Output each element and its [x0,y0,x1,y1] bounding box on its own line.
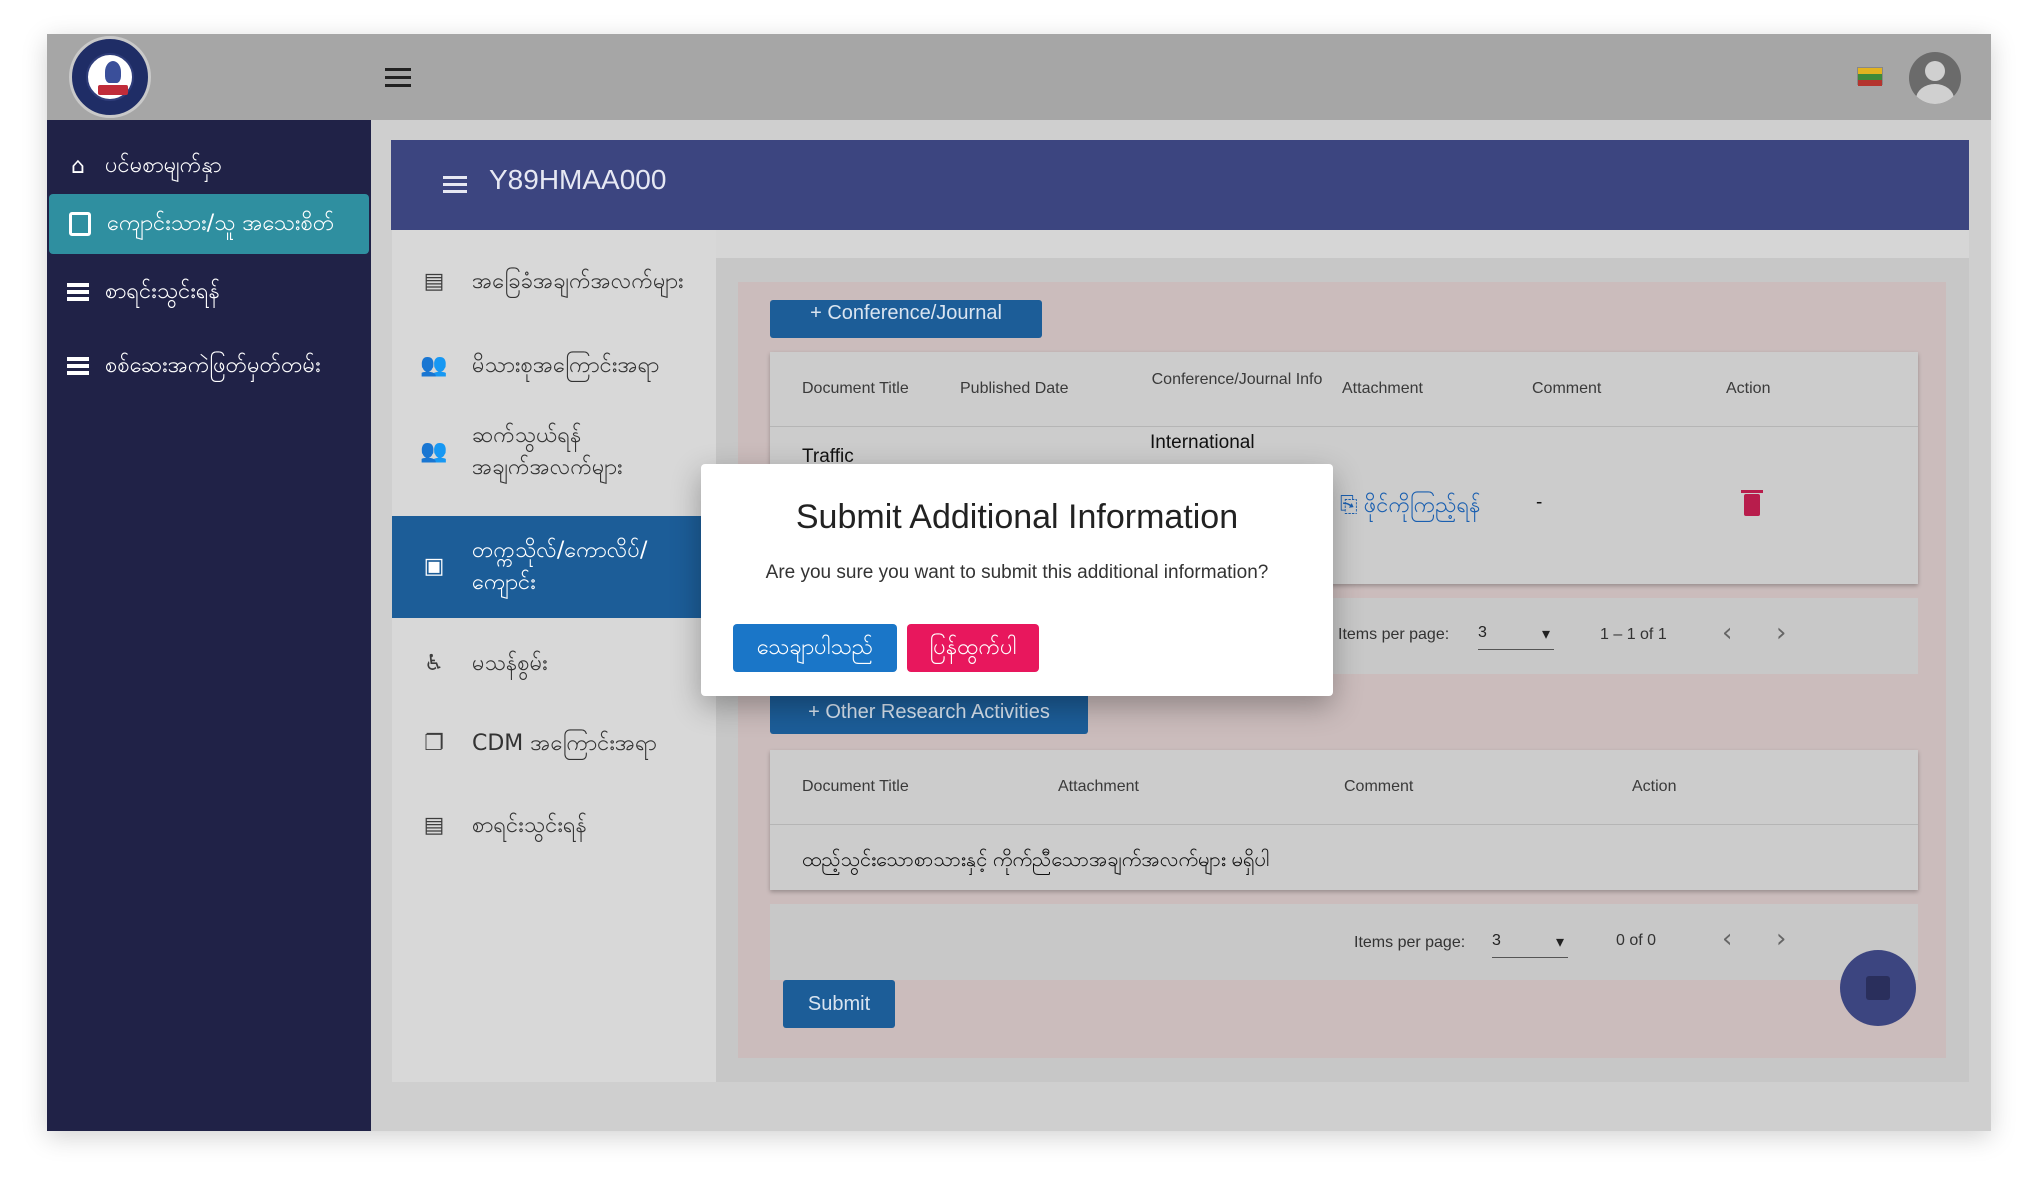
prev-page-icon[interactable]: ‹ [1722,618,1732,648]
add-other-research-button[interactable]: + Other Research Activities [770,690,1088,734]
list-alt-icon: ▤ [423,269,445,294]
items-per-page-label: Items per page: [1354,934,1466,951]
tab-label: စာရင်းသွင်းရန် [472,813,587,838]
sidebar-item-student-details[interactable]: ကျောင်းသား/သူ အသေးစိတ် [49,194,369,254]
sidebar: ⌂ ပင်မစာမျက်နှာ ကျောင်းသား/သူ အသေးစိတ် စ… [47,120,371,1131]
next-page-icon[interactable]: › [1776,924,1786,954]
range-label: 1 – 1 of 1 [1600,626,1667,643]
group-add-icon: 👥 [420,353,448,378]
content-top-strip [716,230,1969,258]
column-header: Document Title [802,380,909,397]
file-copy-icon: ❐ [424,731,444,756]
tab-label: မသန်စွမ်း [472,651,548,676]
accessible-icon: ♿ [424,651,444,676]
submit-button[interactable]: Submit [783,980,895,1028]
tab-label: အခြေခံအချက်အလက်များ [472,269,684,294]
tab-basic-info[interactable]: ▤ အခြေခံအချက်အလက်များ [392,244,714,320]
cell-comment: - [1536,492,1543,513]
university-logo[interactable] [69,36,151,118]
cell-conference-info: International [1150,432,1255,453]
top-bar [47,34,1991,120]
list-icon [63,277,93,307]
delete-icon[interactable] [1741,490,1763,516]
column-header: Document Title [802,778,909,795]
tab-cdm[interactable]: ❐ CDM အကြောင်းအရာ [392,714,714,774]
column-header: Comment [1344,778,1414,795]
save-fab-button[interactable] [1840,950,1916,1026]
items-per-page-select[interactable]: 3 ▾ [1478,624,1554,650]
sidebar-item-assessment-log[interactable]: စစ်ဆေးအကဲဖြတ်မှတ်တမ်း [47,336,371,396]
tab-family[interactable]: 👥 မိသားစုအကြောင်းအရာ [392,342,714,390]
myanmar-flag-icon[interactable] [1857,67,1883,86]
panel-header: Y89HMAA000 [391,140,1969,230]
sidebar-item-label: ကျောင်းသား/သူ အသေးစိတ် [107,210,335,236]
items-per-page-select[interactable]: 3 ▾ [1492,932,1568,958]
tab-contact[interactable]: 👥 ဆက်သွယ်ရန်အချက်အလက်များ [392,414,714,490]
logo-book-icon [98,85,128,95]
column-header: Action [1632,778,1677,795]
user-avatar-icon[interactable] [1909,52,1961,104]
dialog-message: Are you sure you want to submit this add… [765,562,1269,583]
items-per-page-value: 3 [1478,624,1487,641]
menu-icon[interactable] [385,68,411,88]
header-divider [770,824,1918,825]
items-per-page-value: 3 [1492,932,1501,949]
add-conference-button[interactable]: + Conference/Journal [770,300,1042,338]
view-file-link[interactable]: ⎘ ဖိုင်ကိုကြည့်ရန် [1340,490,1481,523]
tab-label: တက္ကသိုလ်/ကောလိပ်/ကျောင်း [472,538,648,595]
home-icon: ⌂ [71,153,85,179]
prev-page-icon[interactable]: ‹ [1722,924,1732,954]
items-per-page-label: Items per page: [1338,626,1450,643]
tab-registration[interactable]: ▤ စာရင်းသွင်းရန် [392,796,714,856]
column-header: Attachment [1342,380,1423,397]
add-conference-label: + Conference/Journal [810,302,1002,324]
other-research-table: Document Title Attachment Comment Action… [770,750,1918,890]
header-divider [770,426,1918,427]
sidebar-item-label: စာရင်းသွင်းရန် [105,278,220,304]
tab-university[interactable]: ▣ တက္ကသိုလ်/ကောလိပ်/ကျောင်း [392,516,714,618]
column-header: Conference/Journal Info [1151,371,1323,388]
library-books-icon: ▣ [423,554,445,579]
panel-menu-icon[interactable] [443,176,467,194]
next-page-icon[interactable]: › [1776,618,1786,648]
dropdown-arrow-icon: ▾ [1541,626,1550,643]
view-file-label: ဖိုင်ကိုကြည့်ရန် [1363,492,1481,517]
column-header: Published Date [960,380,1069,397]
column-header: Action [1726,380,1771,397]
column-header: Comment [1532,380,1602,397]
sidebar-item-register[interactable]: စာရင်းသွင်းရန် [47,262,371,322]
list-icon [63,351,93,381]
confirm-dialog: Submit Additional Information Are you su… [701,464,1333,696]
section-tabs: ▤ အခြေခံအချက်အလက်များ 👥 မိသားစုအကြောင်းအ… [392,230,716,1082]
logo-tree-icon [105,61,121,83]
tab-disability[interactable]: ♿ မသန်စွမ်း [392,634,714,694]
group-add-icon: 👥 [420,439,448,464]
tab-label: CDM အကြောင်းအရာ [472,731,657,756]
add-other-research-label: + Other Research Activities [808,700,1050,723]
sidebar-item-home[interactable]: ⌂ ပင်မစာမျက်နှာ [47,136,371,196]
page-title: Y89HMAA000 [489,164,667,195]
tab-label: မိသားစုအကြောင်းအရာ [472,353,660,378]
save-icon [1866,976,1890,1000]
list-alt-icon: ▤ [423,813,445,838]
dropdown-arrow-icon: ▾ [1555,934,1564,951]
dialog-title: Submit Additional Information [795,498,1239,536]
column-header: Attachment [1058,778,1139,795]
sidebar-item-label: ပင်မစာမျက်နှာ [105,152,222,178]
tab-label: ဆက်သွယ်ရန်အချက်အလက်များ [472,423,623,480]
sidebar-item-label: စစ်ဆေးအကဲဖြတ်မှတ်တမ်း [105,352,321,378]
cancel-button[interactable]: ပြန်ထွက်ပါ [907,624,1039,672]
submit-label: Submit [807,992,871,1015]
document-icon [65,209,95,239]
attach-icon: ⎘ [1340,492,1364,517]
range-label: 0 of 0 [1616,932,1657,949]
other-paginator: Items per page: 3 ▾ 0 of 0 ‹ › [770,904,1918,980]
confirm-button[interactable]: သေချာပါသည် [733,624,897,672]
empty-message: ထည့်သွင်းသောစာသားနှင့် ကိုက်ညီသောအချက်အလ… [802,849,1270,871]
